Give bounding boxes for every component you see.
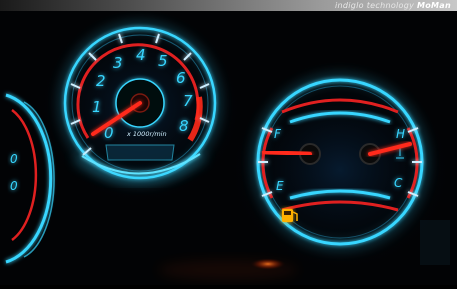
tachometer-unit-label: x 1000r/min [126, 130, 167, 138]
temp-cold-label: C [394, 176, 403, 190]
left-gauge-number-lower: 0 [10, 179, 18, 193]
brand-caption: indiglo technology MoMan [335, 0, 451, 11]
brand-mark: MoMan [416, 1, 451, 10]
temp-hot-label: H [396, 127, 405, 141]
fuel-empty-label: E [276, 179, 284, 193]
brand-bar: indiglo technology MoMan [0, 0, 457, 11]
cluster-svg: 0 0 0 1 2 3 4 5 6 7 8 x 1000r/min F E H … [5, 3, 457, 280]
fuel-full-label: F [274, 127, 282, 141]
tach-number-5: 5 [158, 52, 168, 70]
tach-number-1: 1 [92, 98, 102, 116]
tach-number-7: 7 [183, 92, 193, 110]
fuel-needle [262, 150, 312, 156]
tach-number-4: 4 [136, 46, 146, 64]
tach-number-6: 6 [176, 69, 186, 87]
left-gauge-number-upper: 0 [10, 152, 18, 166]
tach-number-8: 8 [179, 117, 189, 135]
tach-number-2: 2 [96, 72, 106, 90]
brand-text: indiglo technology [334, 1, 415, 10]
tach-number-3: 3 [113, 54, 123, 72]
instrument-cluster-photo: 0 0 0 1 2 3 4 5 6 7 8 x 1000r/min F E H … [0, 3, 457, 285]
